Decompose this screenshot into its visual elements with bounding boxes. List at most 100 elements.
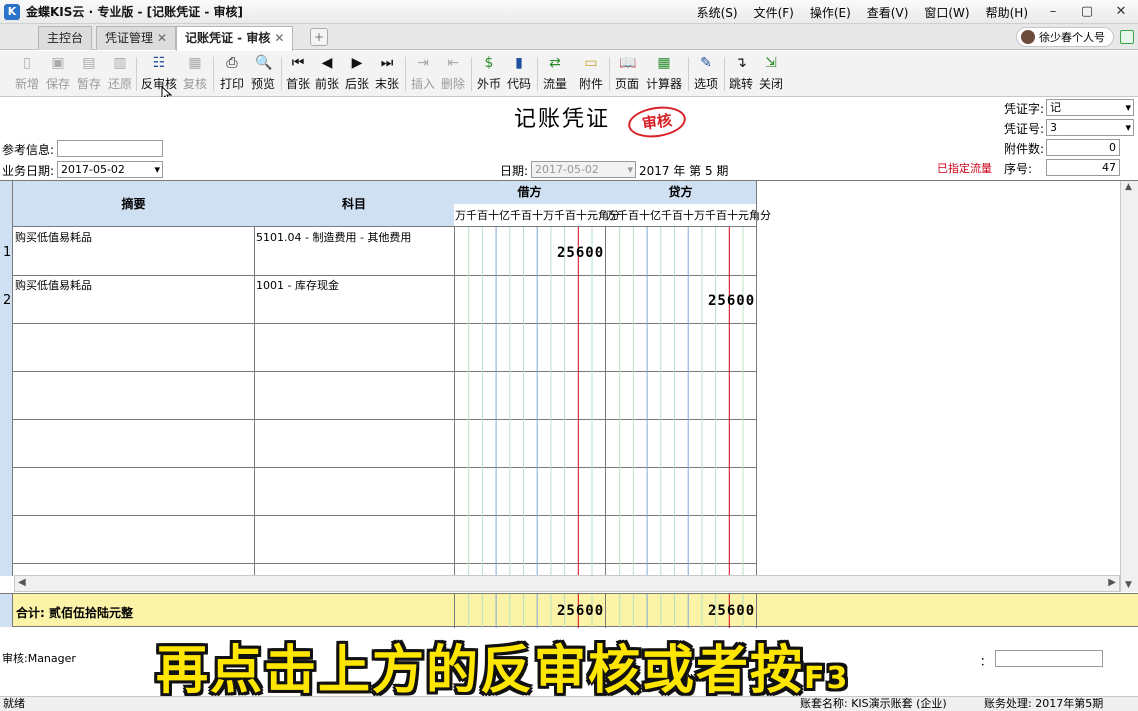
voucher-no-label: 凭证号: xyxy=(1004,122,1045,136)
user-account[interactable]: 徐少春个人号 xyxy=(1016,27,1114,47)
button-label: 外币 xyxy=(476,77,501,91)
currency-button[interactable]: $ 外币 xyxy=(475,53,503,95)
tab-label: 凭证管理 xyxy=(105,31,154,45)
toolbar-separator xyxy=(537,57,538,91)
account-cell[interactable]: 1001 - 库存现金 xyxy=(256,277,339,293)
button-label: 保存 xyxy=(45,77,70,91)
first-icon: ⏮ xyxy=(291,55,305,71)
button-label: 预览 xyxy=(250,77,275,91)
button-label: 前张 xyxy=(314,77,339,91)
insert-button[interactable]: ⇥ 插入 xyxy=(409,53,437,95)
debit-amount-cell[interactable]: 25600 xyxy=(557,245,604,261)
insert-icon: ⇥ xyxy=(417,55,429,71)
prev-button[interactable]: ◀ 前张 xyxy=(313,53,341,95)
page-button[interactable]: 📖 页面 xyxy=(613,53,641,95)
status-ready: 就绪 xyxy=(3,697,25,710)
close-icon[interactable]: ✕ xyxy=(1104,0,1138,24)
flow-assigned-note: 已指定流量 xyxy=(937,162,992,175)
scroll-right-icon[interactable]: ▶ xyxy=(1108,577,1116,588)
tab-label: 主控台 xyxy=(47,31,84,45)
button-label: 选项 xyxy=(693,77,718,91)
first-button[interactable]: ⏮ 首张 xyxy=(284,53,312,95)
horizontal-scrollbar[interactable]: ◀ ▶ xyxy=(14,575,1120,592)
folder-icon: ▭ xyxy=(584,55,598,71)
restore-button[interactable]: ▥ 还原 xyxy=(105,53,135,95)
menu-window[interactable]: 窗口(W) xyxy=(924,4,969,21)
menu-file[interactable]: 文件(F) xyxy=(754,4,794,21)
attachments-label: 附件数: xyxy=(1004,142,1045,156)
row-number: 1 xyxy=(3,245,12,260)
summary-cell[interactable]: 购买低值易耗品 xyxy=(15,277,92,293)
toolbar-separator xyxy=(724,57,725,91)
seq-stepper[interactable]: 47 xyxy=(1046,159,1120,176)
new-button[interactable]: ▯ 新增 xyxy=(12,53,42,95)
voucher-header: 记账凭证 审核 参考信息: 业务日期: 2017-05-02 日期: 2017-… xyxy=(0,97,1138,180)
add-tab-icon[interactable]: + xyxy=(310,28,328,46)
scroll-left-icon[interactable]: ◀ xyxy=(18,577,26,588)
summary-cell[interactable]: 购买低值易耗品 xyxy=(15,229,92,245)
footer-field-input[interactable] xyxy=(995,650,1103,667)
maximize-icon[interactable]: ▢ xyxy=(1070,0,1104,24)
video-subtitle: 再点击上方的反审核或者按F3 xyxy=(156,628,849,703)
options-button[interactable]: ✎ 选项 xyxy=(692,53,720,95)
voucher-grid: 摘要 科目 借方 贷方 万千百十亿千百十万千百十元角分 万千百十亿千百十万千百十… xyxy=(0,180,1138,576)
save-icon: ▣ xyxy=(51,55,65,71)
corner-app-icon[interactable] xyxy=(1120,30,1134,44)
credit-amount-cell[interactable]: 25600 xyxy=(708,293,755,309)
code-button[interactable]: ▮ 代码 xyxy=(505,53,533,95)
prev-icon: ◀ xyxy=(321,55,333,71)
close-doc-icon: ⇲ xyxy=(765,55,777,71)
save-button[interactable]: ▣ 保存 xyxy=(43,53,73,95)
menu-help[interactable]: 帮助(H) xyxy=(986,4,1028,21)
subtitle-key: F3 xyxy=(804,661,850,696)
calculator-icon: ▦ xyxy=(657,55,671,71)
tab-voucher-audit[interactable]: 记账凭证 - 审核 ✕ xyxy=(176,26,294,51)
biz-date-label: 业务日期: xyxy=(2,164,55,178)
scroll-up-icon[interactable]: ▲ xyxy=(1125,182,1132,192)
toolbar-separator xyxy=(688,57,689,91)
page-title: 记账凭证 xyxy=(514,107,611,132)
jump-button[interactable]: ↴ 跳转 xyxy=(727,53,755,95)
delete-button[interactable]: ⇤ 删除 xyxy=(439,53,467,95)
preview-button[interactable]: 🔍 预览 xyxy=(248,53,278,95)
print-button[interactable]: ⎙ 打印 xyxy=(217,53,247,95)
account-cell[interactable]: 5101.04 - 制造费用 - 其他费用 xyxy=(256,229,411,245)
window-title: 金蝶KIS云 · 专业版 - [记账凭证 - 审核] xyxy=(26,5,243,19)
recheck-button[interactable]: ▦ 复核 xyxy=(180,53,210,95)
total-debit: 25600 xyxy=(557,603,605,619)
tab-close-icon[interactable]: ✕ xyxy=(157,31,167,45)
last-button[interactable]: ⏭ 末张 xyxy=(373,53,401,95)
menu-system[interactable]: 系统(S) xyxy=(697,4,738,21)
minimize-icon[interactable]: – xyxy=(1036,0,1070,24)
calculator-button[interactable]: ▦ 计算器 xyxy=(644,53,684,95)
attachment-button[interactable]: ▭ 附件 xyxy=(576,53,606,95)
close-voucher-button[interactable]: ⇲ 关闭 xyxy=(757,53,785,95)
menu-operate[interactable]: 操作(E) xyxy=(810,4,851,21)
biz-date-input[interactable]: 2017-05-02 xyxy=(57,161,163,178)
voucher-word-select[interactable]: 记 xyxy=(1046,99,1134,116)
flow-icon: ⇄ xyxy=(549,55,561,71)
tab-close-icon[interactable]: ✕ xyxy=(274,31,284,45)
scroll-down-icon[interactable]: ▼ xyxy=(1125,580,1132,590)
vertical-scrollbar[interactable]: ▲ ▼ xyxy=(1120,181,1138,592)
button-label: 附件 xyxy=(578,77,603,91)
currency-icon: $ xyxy=(484,55,494,71)
button-label: 关闭 xyxy=(758,77,783,91)
toolbar-separator xyxy=(405,57,406,91)
app-logo-icon: K xyxy=(4,3,20,20)
total-credit: 25600 xyxy=(708,603,756,619)
voucher-no-select[interactable]: 3 xyxy=(1046,119,1134,136)
date-input[interactable]: 2017-05-02 xyxy=(531,161,636,178)
toolbar-separator xyxy=(609,57,610,91)
tab-voucher-manage[interactable]: 凭证管理 ✕ xyxy=(96,26,177,50)
temp-save-button[interactable]: ▤ 暂存 xyxy=(74,53,104,95)
flow-button[interactable]: ⇄ 流量 xyxy=(541,53,569,95)
window-controls: – ▢ ✕ xyxy=(1036,0,1138,24)
printer-icon: ⎙ xyxy=(226,55,238,71)
subtitle-text: 再点击上方的反审核或者按 xyxy=(156,641,805,701)
menu-view[interactable]: 查看(V) xyxy=(867,4,909,21)
ref-info-input[interactable] xyxy=(57,140,163,157)
tab-console[interactable]: 主控台 xyxy=(38,26,93,50)
attachments-stepper[interactable]: 0 xyxy=(1046,139,1120,156)
next-button[interactable]: ▶ 后张 xyxy=(343,53,371,95)
